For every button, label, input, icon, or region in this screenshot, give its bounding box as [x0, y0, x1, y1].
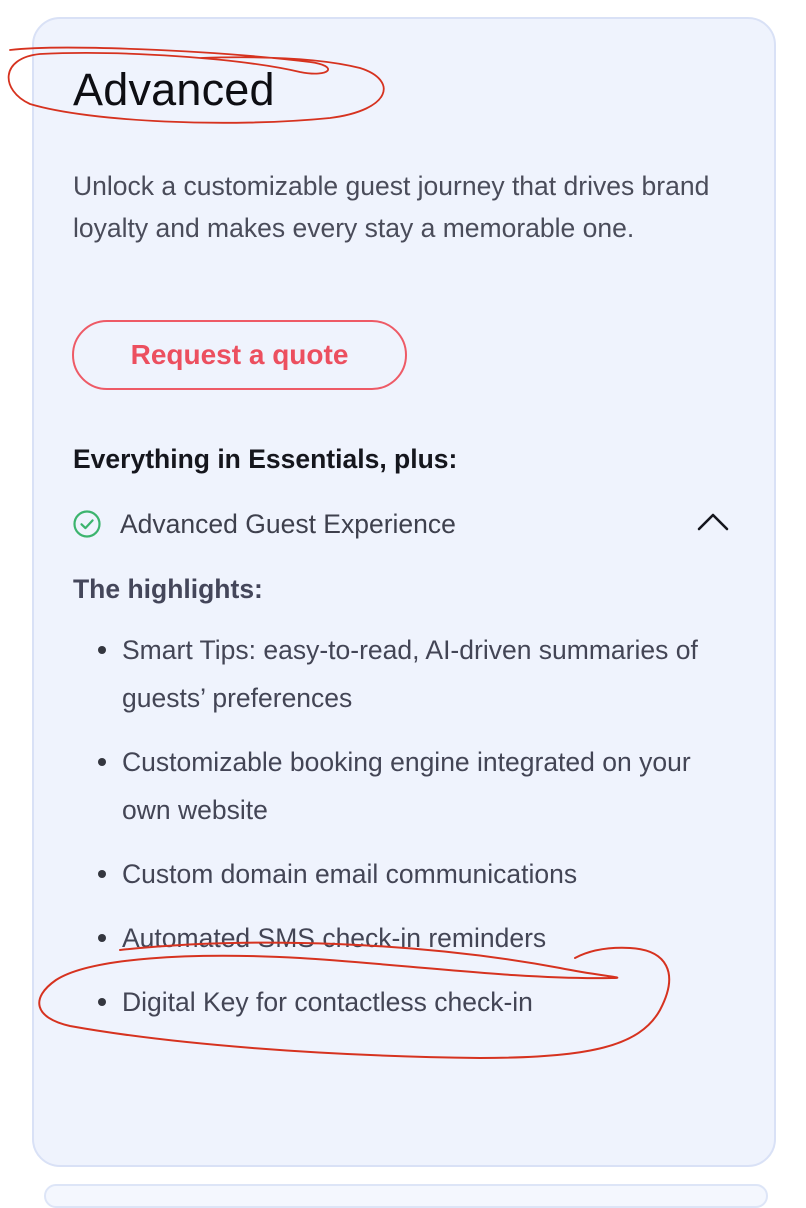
list-item: Smart Tips: easy-to-read, AI-driven summ…	[73, 626, 733, 722]
bullet-icon	[98, 758, 106, 766]
highlight-text: Digital Key for contactless check-in	[122, 987, 533, 1017]
highlights-list: Smart Tips: easy-to-read, AI-driven summ…	[73, 626, 733, 1042]
list-item: Customizable booking engine integrated o…	[73, 738, 733, 834]
plan-description: Unlock a customizable guest journey that…	[73, 171, 710, 243]
highlight-text: Custom domain email communications	[122, 859, 578, 889]
bullet-icon	[98, 870, 106, 878]
highlight-text: Smart Tips: easy-to-read, AI-driven summ…	[122, 635, 698, 713]
feature-accordion-advanced-guest-experience[interactable]: Advanced Guest Experience	[72, 502, 740, 546]
feature-label: Advanced Guest Experience	[120, 509, 456, 539]
bullet-icon	[98, 998, 106, 1006]
highlight-text: Automated SMS check-in reminders	[122, 923, 547, 953]
next-plan-card-edge	[44, 1184, 768, 1208]
bullet-icon	[98, 646, 106, 654]
check-circle-icon	[73, 510, 101, 538]
request-quote-button[interactable]: Request a quote	[72, 320, 407, 390]
highlights-heading: The highlights:	[73, 574, 263, 604]
includes-heading: Everything in Essentials, plus:	[73, 444, 458, 474]
plan-title: Advanced	[73, 64, 275, 115]
list-item: Custom domain email communications	[73, 850, 733, 898]
bullet-icon	[98, 934, 106, 942]
highlight-text: Customizable booking engine integrated o…	[122, 747, 691, 825]
list-item: Digital Key for contactless check-in	[73, 978, 733, 1026]
chevron-up-icon[interactable]	[696, 510, 730, 534]
list-item: Automated SMS check-in reminders	[73, 914, 733, 962]
